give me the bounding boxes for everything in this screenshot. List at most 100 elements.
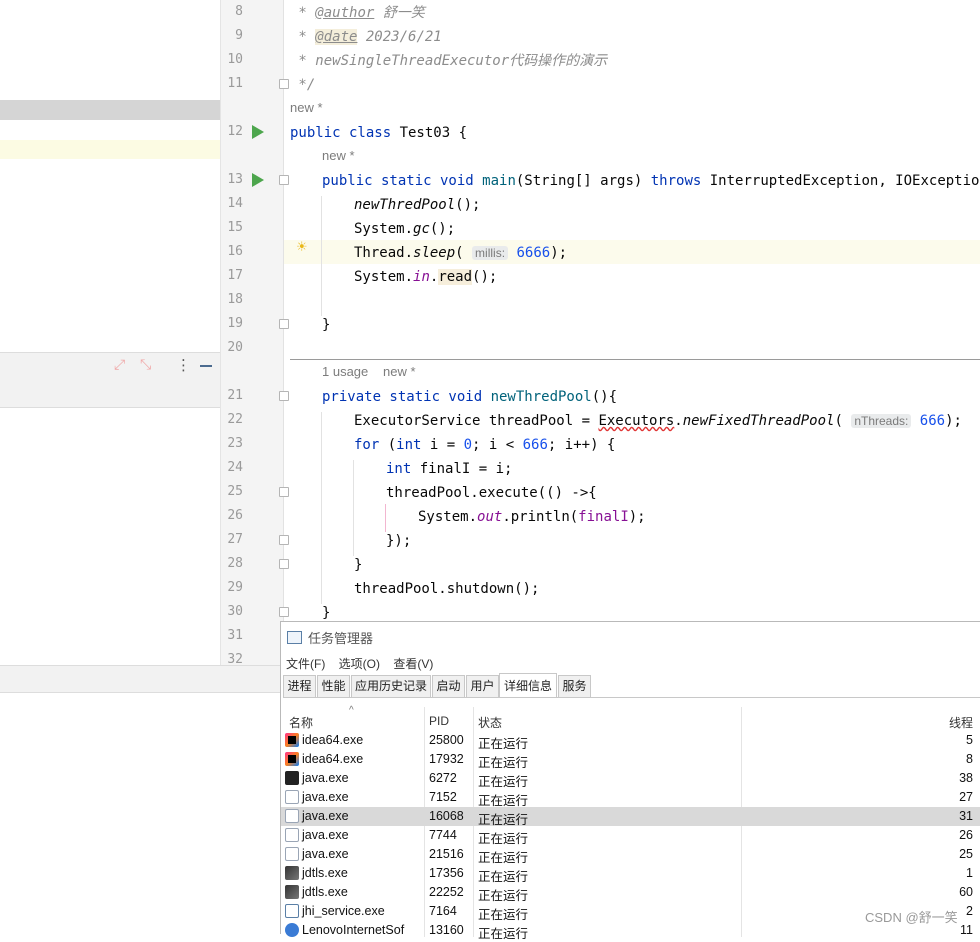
bottom-status-strip bbox=[0, 665, 280, 693]
tab-details[interactable]: 详细信息 bbox=[499, 673, 557, 697]
tab-app-history[interactable]: 应用历史记录 bbox=[351, 675, 431, 697]
line-number: 9 bbox=[235, 28, 243, 43]
tab-startup[interactable]: 启动 bbox=[432, 675, 465, 697]
code-line-24: int finalI = i; bbox=[386, 461, 513, 477]
code-line-11: */ bbox=[290, 77, 316, 93]
fold-icon[interactable] bbox=[279, 535, 289, 545]
fixed-pool-method: newFixedThreadPool bbox=[682, 413, 835, 429]
watermark: CSDN @舒一笑 bbox=[865, 910, 958, 925]
service-icon bbox=[285, 904, 299, 918]
code-line-27: }); bbox=[386, 533, 412, 549]
run-main-icon[interactable] bbox=[252, 173, 264, 187]
table-row[interactable]: jdtls.exe 17356 正在运行 1 bbox=[281, 864, 980, 884]
code-line-21: private static void newThredPool(){ bbox=[322, 389, 618, 405]
collapse-icon[interactable]: ⤡ bbox=[140, 357, 151, 373]
fold-icon[interactable] bbox=[279, 79, 289, 89]
line-number: 28 bbox=[227, 556, 243, 571]
col-name[interactable]: 名称 bbox=[289, 714, 313, 731]
col-pid[interactable]: PID bbox=[429, 714, 449, 728]
col-status[interactable]: 状态 bbox=[478, 714, 502, 731]
process-pid: 7744 bbox=[429, 828, 457, 842]
menu-bar: 文件(F) 选项(O) 查看(V) bbox=[286, 655, 443, 672]
menu-view[interactable]: 查看(V) bbox=[393, 657, 433, 671]
line-number: 29 bbox=[227, 580, 243, 595]
menu-file[interactable]: 文件(F) bbox=[286, 657, 325, 671]
java-icon bbox=[285, 828, 299, 842]
task-manager-icon bbox=[287, 631, 302, 644]
code-line-22: ExecutorService threadPool = Executors.n… bbox=[354, 413, 962, 429]
process-threads: 5 bbox=[966, 733, 973, 747]
process-name: java.exe bbox=[302, 847, 349, 861]
process-pid: 7164 bbox=[429, 904, 457, 918]
system-class: System. bbox=[354, 221, 414, 237]
author-hint[interactable]: new * bbox=[383, 364, 416, 379]
menu-options[interactable]: 选项(O) bbox=[339, 657, 380, 671]
table-row[interactable]: java.exe 7152 正在运行 27 bbox=[281, 788, 980, 808]
table-row[interactable]: idea64.exe 25800 正在运行 5 bbox=[281, 731, 980, 751]
line-number: 14 bbox=[227, 196, 243, 211]
minimize-icon[interactable] bbox=[200, 365, 212, 367]
fold-icon[interactable] bbox=[279, 319, 289, 329]
java-icon bbox=[285, 790, 299, 804]
process-name: jdtls.exe bbox=[302, 885, 348, 899]
table-row[interactable]: java.exe 7744 正在运行 26 bbox=[281, 826, 980, 846]
window-title: 任务管理器 bbox=[308, 631, 374, 646]
process-name: java.exe bbox=[302, 790, 349, 804]
indent-guide bbox=[321, 412, 322, 604]
fold-icon[interactable] bbox=[279, 607, 289, 617]
doc-author-value: 舒一笑 bbox=[374, 5, 425, 21]
table-row-selected[interactable]: java.exe 16068 正在运行 31 bbox=[281, 807, 980, 827]
method-name: newThredPool bbox=[490, 389, 592, 405]
fold-icon[interactable] bbox=[279, 559, 289, 569]
code-line-23: for (int i = 0; i < 666; i++) { bbox=[354, 437, 616, 453]
usage-hint[interactable]: 1 usage bbox=[322, 364, 368, 379]
code-line-17: System.in.read(); bbox=[354, 269, 498, 285]
lightbulb-icon[interactable]: ☀ bbox=[296, 240, 308, 255]
indent-guide bbox=[353, 460, 354, 556]
system-class: System. bbox=[354, 269, 414, 285]
line-number: 13 bbox=[227, 172, 243, 187]
more-options-icon[interactable]: ⋮ bbox=[176, 356, 191, 374]
tab-performance[interactable]: 性能 bbox=[317, 675, 350, 697]
final-var: finalI bbox=[419, 461, 471, 477]
process-name: java.exe bbox=[302, 771, 349, 785]
process-name: idea64.exe bbox=[302, 733, 364, 747]
tool-window-toolbar bbox=[0, 379, 220, 408]
doc-tag-date: @date bbox=[315, 29, 358, 45]
out-field: out bbox=[477, 509, 503, 525]
author-hint[interactable]: new * bbox=[290, 100, 323, 115]
run-class-icon[interactable] bbox=[252, 125, 264, 139]
line-number: 10 bbox=[227, 52, 243, 67]
tab-services[interactable]: 服务 bbox=[558, 675, 591, 697]
process-pid: 21516 bbox=[429, 847, 464, 861]
param-hint-millis: millis: bbox=[472, 246, 509, 260]
process-pid: 6272 bbox=[429, 771, 457, 785]
call-new-pool: newThredPool bbox=[354, 197, 456, 213]
process-pid: 25800 bbox=[429, 733, 464, 747]
expand-icon[interactable]: ⤢ bbox=[114, 357, 125, 373]
tool-window-header: ⤢ ⤡ ⋮ bbox=[0, 352, 220, 380]
code-line-16: Thread.sleep( millis: 6666); bbox=[354, 245, 568, 261]
process-pid: 17356 bbox=[429, 866, 464, 880]
process-name: java.exe bbox=[302, 828, 349, 842]
sleep-method: sleep bbox=[413, 245, 456, 261]
project-selected-row[interactable] bbox=[0, 100, 220, 120]
fold-icon[interactable] bbox=[279, 391, 289, 401]
process-threads: 8 bbox=[966, 752, 973, 766]
for-limit: 666 bbox=[522, 437, 548, 453]
process-name: java.exe bbox=[302, 809, 349, 823]
tab-processes[interactable]: 进程 bbox=[283, 675, 316, 697]
col-threads[interactable]: 线程 bbox=[949, 714, 973, 731]
table-row[interactable]: jdtls.exe 22252 正在运行 60 bbox=[281, 883, 980, 903]
indent-guide bbox=[385, 504, 386, 532]
line-number: 8 bbox=[235, 4, 243, 19]
jdtls-icon bbox=[285, 866, 299, 880]
fold-icon[interactable] bbox=[279, 487, 289, 497]
table-row[interactable]: idea64.exe 17932 正在运行 8 bbox=[281, 750, 980, 770]
table-row[interactable]: java.exe 6272 正在运行 38 bbox=[281, 769, 980, 789]
fold-icon[interactable] bbox=[279, 175, 289, 185]
tab-users[interactable]: 用户 bbox=[466, 675, 499, 697]
main-params: (String[] args) bbox=[515, 173, 651, 189]
table-row[interactable]: java.exe 21516 正在运行 25 bbox=[281, 845, 980, 865]
author-hint[interactable]: new * bbox=[322, 148, 355, 163]
